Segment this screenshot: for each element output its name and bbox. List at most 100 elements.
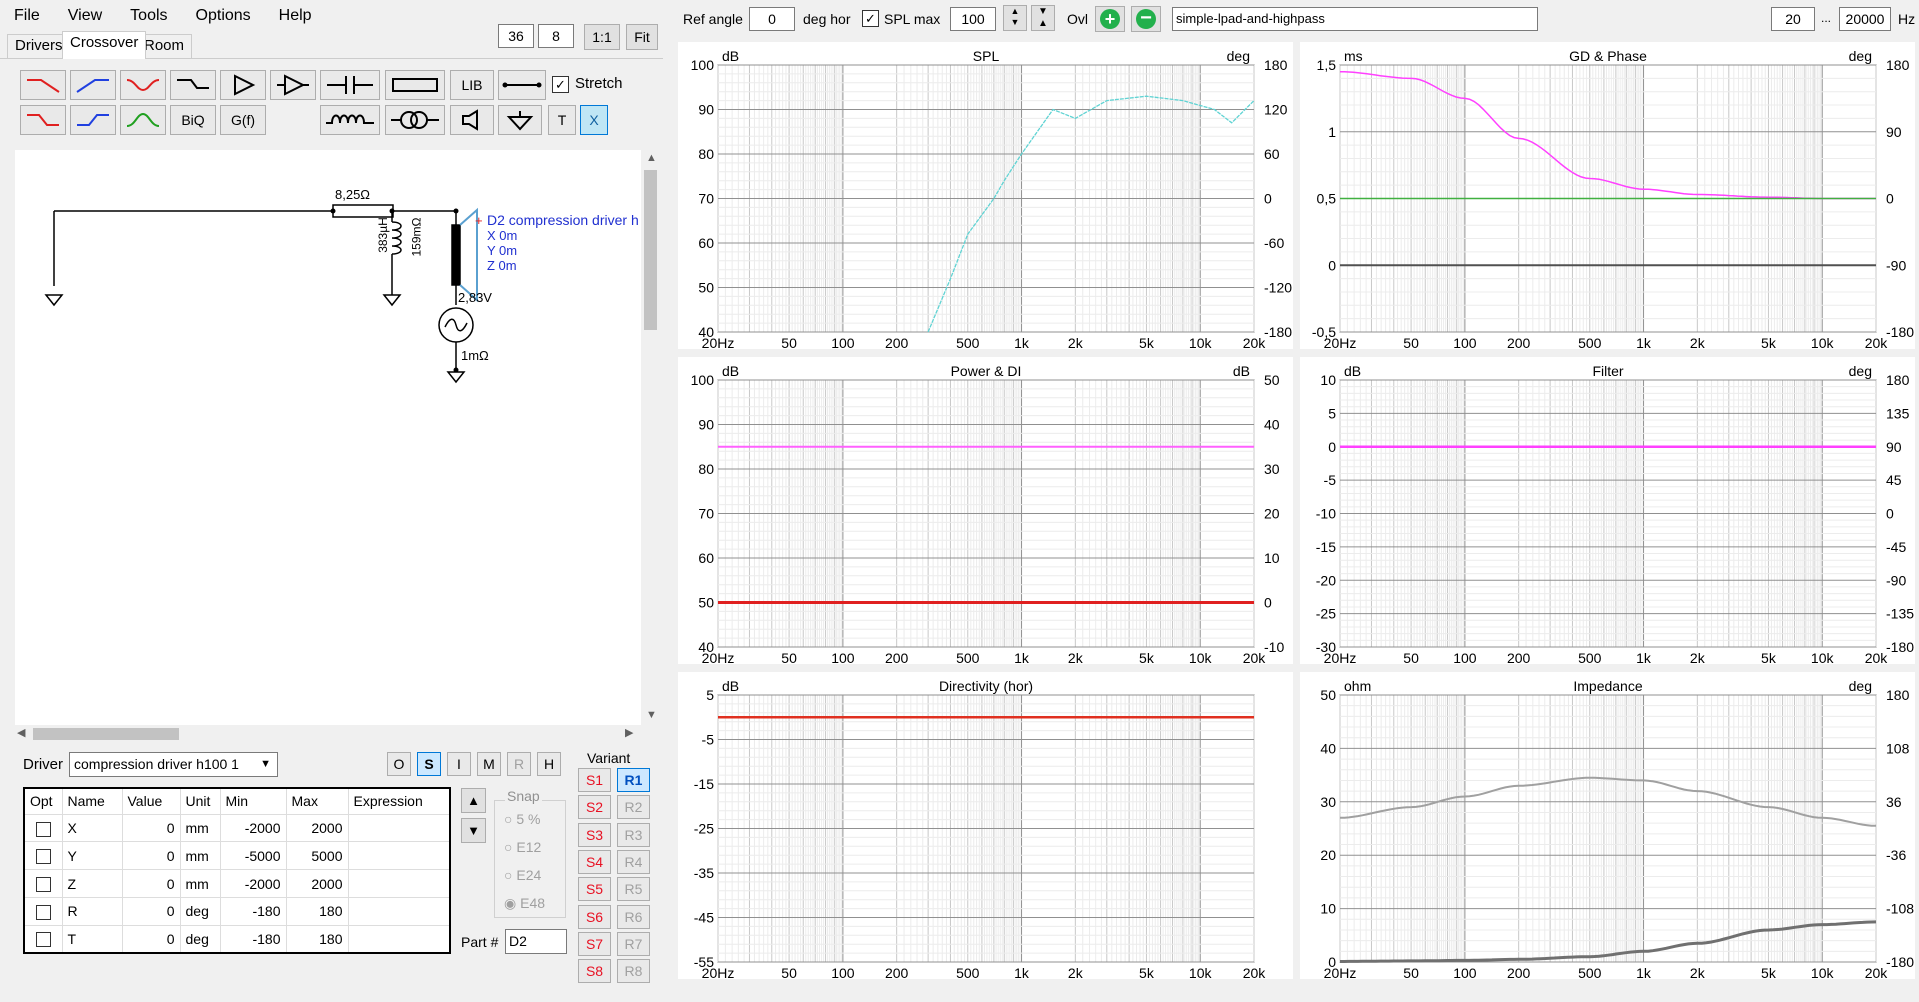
param-max[interactable]: 5000 xyxy=(286,841,349,871)
inductor-button[interactable] xyxy=(320,105,380,135)
scroll-down-arrow-icon[interactable]: ▼ xyxy=(646,709,657,721)
spl-chart[interactable]: 100 180 90 120 80 60 70 0 60 -60 50 -120 40 -180 20Hz 5… xyxy=(678,42,1293,351)
param-expression[interactable] xyxy=(348,841,451,871)
gf-button[interactable]: G(f) xyxy=(220,105,266,135)
move-up-button[interactable]: ▲ xyxy=(461,788,486,813)
filter-chart[interactable]: 10 180 5 135 0 90 -5 45 -10 0 -15 -45 -20 -90 -25 -135 -… xyxy=(1300,357,1915,666)
mode-i-button[interactable]: I xyxy=(447,752,471,776)
spl-spin-button[interactable]: ▲ ▼ xyxy=(1003,5,1027,31)
t-button[interactable]: T xyxy=(548,105,576,135)
param-expression[interactable] xyxy=(348,897,451,926)
scroll-up-arrow-icon[interactable]: ▲ xyxy=(646,152,657,164)
menu-file[interactable]: File xyxy=(0,0,54,32)
overlay-file-input[interactable]: simple-lpad-and-highpass xyxy=(1172,7,1538,31)
opt-checkbox[interactable] xyxy=(35,904,51,920)
ground-button[interactable] xyxy=(498,105,542,135)
variant-s4-button[interactable]: S4 xyxy=(578,849,611,874)
variant-s7-button[interactable]: S7 xyxy=(578,931,611,956)
zoom-level-input[interactable]: 8 xyxy=(538,24,574,48)
fit-button[interactable]: Fit xyxy=(626,24,658,50)
variant-r2-button[interactable]: R2 xyxy=(617,795,650,820)
variant-s1-button[interactable]: S1 xyxy=(578,768,611,792)
schematic-hscrollbar[interactable]: ◀ ▶ xyxy=(15,725,641,743)
mode-s-button[interactable]: S xyxy=(417,752,441,776)
menu-view[interactable]: View xyxy=(54,0,116,32)
param-value[interactable]: 0 xyxy=(122,841,181,871)
opt-checkbox[interactable] xyxy=(35,932,51,948)
power-di-chart[interactable]: 100 50 90 40 80 30 70 20 60 10 50 0 40 -10 20Hz 50 100 20… xyxy=(678,357,1293,666)
param-max[interactable]: 180 xyxy=(286,925,349,954)
variant-s5-button[interactable]: S5 xyxy=(578,877,611,902)
opt-checkbox[interactable] xyxy=(35,821,51,837)
table-row[interactable]: R 0 deg -180 180 xyxy=(24,897,451,926)
gd-phase-chart[interactable]: 1,5 180 1 90 0,5 0 0 -90 -0,5 -180 20Hz 50 100 200 500… xyxy=(1300,42,1915,351)
variant-s3-button[interactable]: S3 xyxy=(578,822,611,847)
spl-max-input[interactable]: 100 xyxy=(950,7,996,31)
lowpass-red-button[interactable] xyxy=(20,70,66,100)
x-button[interactable]: X xyxy=(580,105,608,135)
one-to-one-button[interactable]: 1:1 xyxy=(584,24,620,50)
param-expression[interactable] xyxy=(348,814,451,843)
variant-r1-button[interactable]: R1 xyxy=(617,768,650,792)
opamp-button[interactable] xyxy=(270,70,316,100)
menu-help[interactable]: Help xyxy=(265,0,326,32)
param-value[interactable]: 0 xyxy=(122,814,181,843)
driver-button[interactable] xyxy=(450,105,494,135)
buffer-button[interactable] xyxy=(220,70,266,100)
param-expression[interactable] xyxy=(348,869,451,898)
grid-size-input[interactable]: 36 xyxy=(498,24,534,48)
driver-select[interactable]: compression driver h100 1 ▼ xyxy=(69,752,278,777)
highpass-blue-button[interactable] xyxy=(70,70,116,100)
wire-button[interactable] xyxy=(498,70,546,100)
overlay-remove-button[interactable]: − xyxy=(1131,6,1161,32)
freq-min-input[interactable]: 20 xyxy=(1771,7,1815,31)
directivity-chart[interactable]: 5 -5 -15 -25 -35 -45 -55 20Hz 50 100 200 500 1k 2k 5k 1… xyxy=(678,672,1293,981)
mode-o-button[interactable]: O xyxy=(387,752,411,776)
variant-r3-button[interactable]: R3 xyxy=(617,822,650,847)
variant-r8-button[interactable]: R8 xyxy=(617,959,650,984)
variant-s6-button[interactable]: S6 xyxy=(578,904,611,929)
table-row[interactable]: Z 0 mm -2000 2000 xyxy=(24,869,451,898)
impedance-chart[interactable]: 50 180 40 108 30 36 20 -36 10 -108 0 -180 20Hz 50 100 2… xyxy=(1300,672,1915,981)
hscroll-thumb[interactable] xyxy=(33,728,179,740)
notch-red-button[interactable] xyxy=(120,70,166,100)
table-row[interactable]: X 0 mm -2000 2000 xyxy=(24,814,451,843)
variant-s2-button[interactable]: S2 xyxy=(578,795,611,820)
schematic-vscrollbar[interactable]: ▲ ▼ xyxy=(641,150,660,725)
mode-h-button[interactable]: H xyxy=(537,752,561,776)
menu-options[interactable]: Options xyxy=(182,0,265,32)
param-value[interactable]: 0 xyxy=(122,925,181,954)
bandpass-green-button[interactable] xyxy=(120,105,166,135)
tab-crossover[interactable]: Crossover xyxy=(62,31,147,59)
scroll-right-arrow-icon[interactable]: ▶ xyxy=(625,726,633,739)
mode-r-button[interactable]: R xyxy=(507,752,531,776)
schematic-canvas[interactable]: 8,25Ω 383µH 159mΩ + D2 compression drive… xyxy=(15,150,641,725)
param-min[interactable]: -2000 xyxy=(220,814,287,843)
opt-checkbox[interactable] xyxy=(35,849,51,865)
param-value[interactable]: 0 xyxy=(122,897,181,926)
param-expression[interactable] xyxy=(348,925,451,954)
ref-angle-input[interactable]: 0 xyxy=(749,7,795,31)
variant-r7-button[interactable]: R7 xyxy=(617,931,650,956)
table-row[interactable]: Y 0 mm -5000 5000 xyxy=(24,841,451,871)
param-min[interactable]: -180 xyxy=(220,925,287,954)
spl-auto-button[interactable]: ▼ ▲ xyxy=(1031,5,1055,31)
variant-r6-button[interactable]: R6 xyxy=(617,904,650,929)
menu-tools[interactable]: Tools xyxy=(116,0,181,32)
param-min[interactable]: -5000 xyxy=(220,841,287,871)
variant-r5-button[interactable]: R5 xyxy=(617,877,650,902)
param-max[interactable]: 180 xyxy=(286,897,349,926)
resistor-button[interactable] xyxy=(385,70,445,100)
param-value[interactable]: 0 xyxy=(122,869,181,898)
spl-max-checkbox[interactable]: ✓ xyxy=(862,10,879,27)
snap-option-e48[interactable]: ◉ E48 xyxy=(504,895,545,912)
param-min[interactable]: -180 xyxy=(220,897,287,926)
scroll-left-arrow-icon[interactable]: ◀ xyxy=(17,726,25,739)
param-min[interactable]: -2000 xyxy=(220,869,287,898)
driver-name-label[interactable]: D2 compression driver h xyxy=(487,212,641,228)
move-down-button[interactable]: ▼ xyxy=(461,818,486,843)
opt-checkbox[interactable] xyxy=(35,877,51,892)
snap-option-5pct[interactable]: ○ 5 % xyxy=(504,811,540,827)
snap-option-e12[interactable]: ○ E12 xyxy=(504,839,541,855)
capacitor-button[interactable] xyxy=(320,70,380,100)
